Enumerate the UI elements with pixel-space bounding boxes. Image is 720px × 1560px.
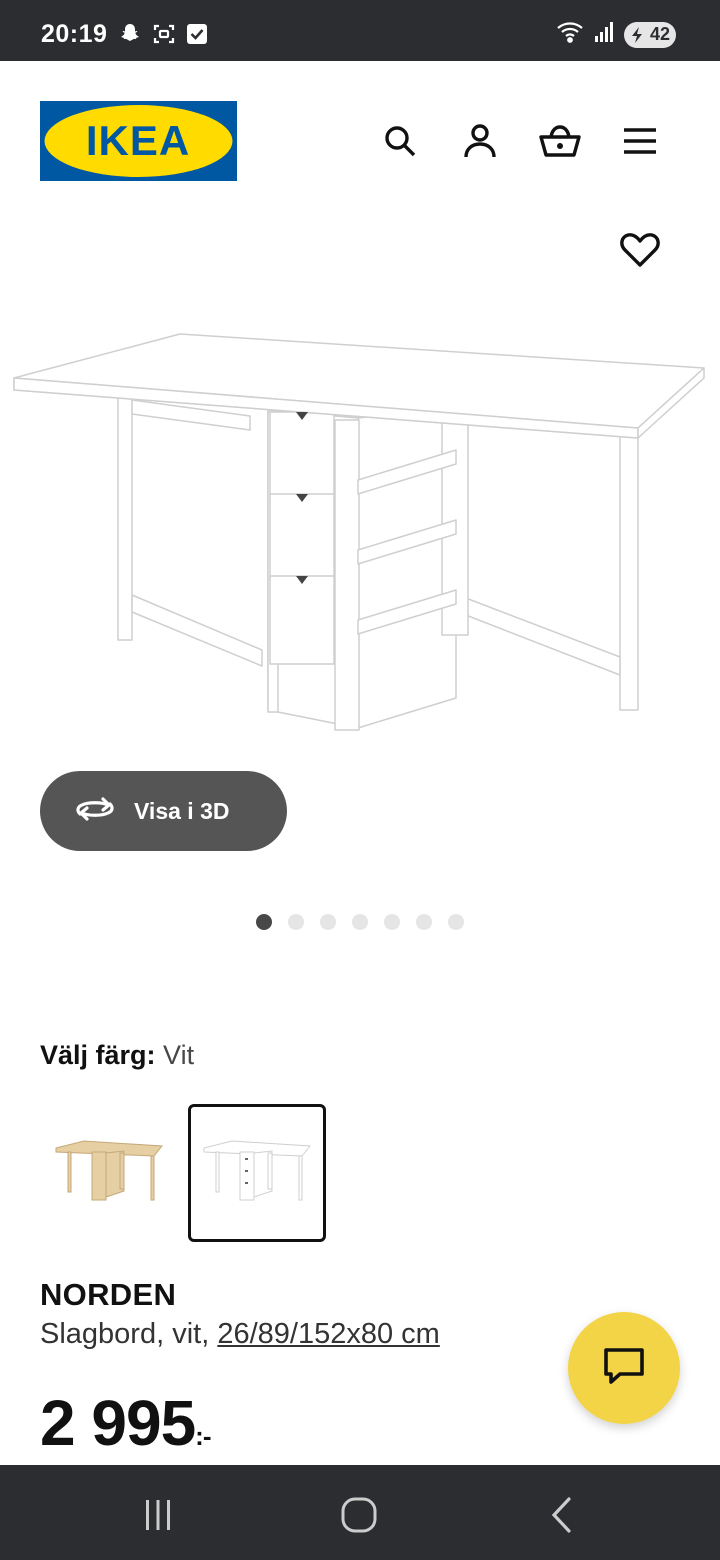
rotate-3d-icon: [74, 794, 116, 829]
product-description: Slagbord, vit, 26/89/152x80 cm: [40, 1318, 440, 1351]
carousel-dot[interactable]: [256, 914, 272, 930]
color-picker-label: Välj färg: Vit: [40, 1040, 194, 1071]
screenshot-icon: [152, 22, 176, 51]
product-image[interactable]: [10, 320, 710, 740]
carousel-dot[interactable]: [384, 914, 400, 930]
recent-apps-icon[interactable]: [138, 1495, 178, 1535]
check-icon: [186, 23, 208, 50]
basket-icon[interactable]: [538, 119, 582, 163]
color-swatch-birch[interactable]: [40, 1104, 178, 1242]
selected-color-value: Vit: [163, 1040, 195, 1070]
price-value: 2 995: [40, 1387, 196, 1459]
chat-bubble-icon: [602, 1346, 646, 1391]
android-nav-bar: [0, 1465, 720, 1560]
status-time: 20:19: [41, 20, 108, 48]
site-header: IKEA: [0, 61, 720, 221]
account-icon[interactable]: [458, 119, 502, 163]
signal-icon: [594, 21, 616, 48]
carousel-dot[interactable]: [352, 914, 368, 930]
snapchat-icon: [118, 22, 142, 51]
carousel-dot[interactable]: [448, 914, 464, 930]
view-3d-button[interactable]: Visa i 3D: [40, 771, 287, 851]
image-carousel-dots: [256, 914, 464, 930]
product-type: Slagbord, vit,: [40, 1318, 218, 1350]
status-notifications: [118, 22, 208, 51]
color-label-text: Välj färg:: [40, 1040, 156, 1070]
favorite-heart-icon[interactable]: [616, 228, 664, 272]
home-icon[interactable]: [339, 1495, 379, 1535]
white-table-thumbnail: [203, 1140, 311, 1201]
back-icon[interactable]: [542, 1495, 582, 1535]
menu-icon[interactable]: [618, 119, 662, 163]
product-measurements-link[interactable]: 26/89/152x80 cm: [217, 1318, 439, 1350]
carousel-dot[interactable]: [288, 914, 304, 930]
logo-text: IKEA: [86, 117, 190, 164]
battery-icon: 42: [624, 21, 676, 48]
status-bar: 20:19 42: [0, 0, 720, 61]
carousel-dot[interactable]: [416, 914, 432, 930]
birch-table-thumbnail: [55, 1140, 163, 1201]
carousel-dot[interactable]: [320, 914, 336, 930]
price-suffix: :-: [195, 1421, 211, 1451]
product-name: NORDEN: [40, 1277, 177, 1312]
status-system-icons: 42: [556, 20, 676, 49]
search-icon[interactable]: [378, 119, 422, 163]
wifi-icon: [556, 20, 586, 49]
battery-level: 42: [649, 24, 670, 44]
product-price: 2 995:-: [40, 1386, 212, 1460]
chat-button[interactable]: [568, 1312, 680, 1424]
color-swatch-white[interactable]: [188, 1104, 326, 1242]
view-3d-label: Visa i 3D: [134, 797, 230, 824]
ikea-logo[interactable]: IKEA: [40, 101, 237, 181]
